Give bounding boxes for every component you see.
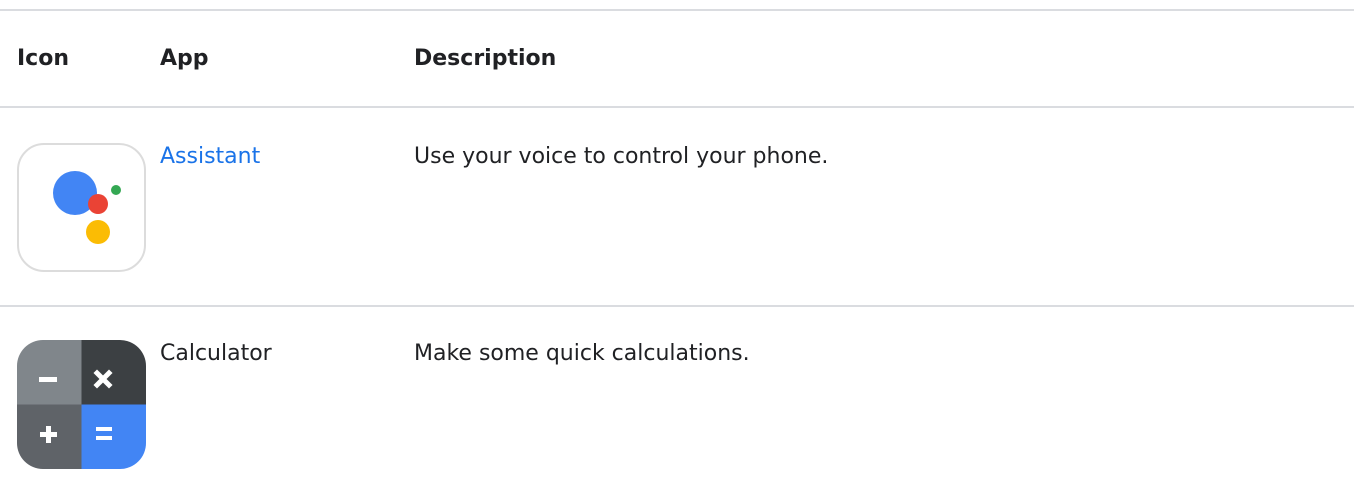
table-top-divider	[0, 9, 1354, 11]
column-header-description: Description	[414, 46, 557, 71]
app-description: Make some quick calculations.	[414, 341, 750, 366]
column-header-app: App	[160, 46, 209, 71]
column-header-icon: Icon	[17, 46, 70, 71]
calculator-icon	[17, 340, 146, 469]
google-assistant-icon	[17, 143, 146, 272]
row-divider	[0, 305, 1354, 307]
header-divider	[0, 106, 1354, 108]
app-name-calculator: Calculator	[160, 341, 272, 366]
app-description: Use your voice to control your phone.	[414, 144, 829, 169]
app-link-assistant[interactable]: Assistant	[160, 142, 260, 172]
